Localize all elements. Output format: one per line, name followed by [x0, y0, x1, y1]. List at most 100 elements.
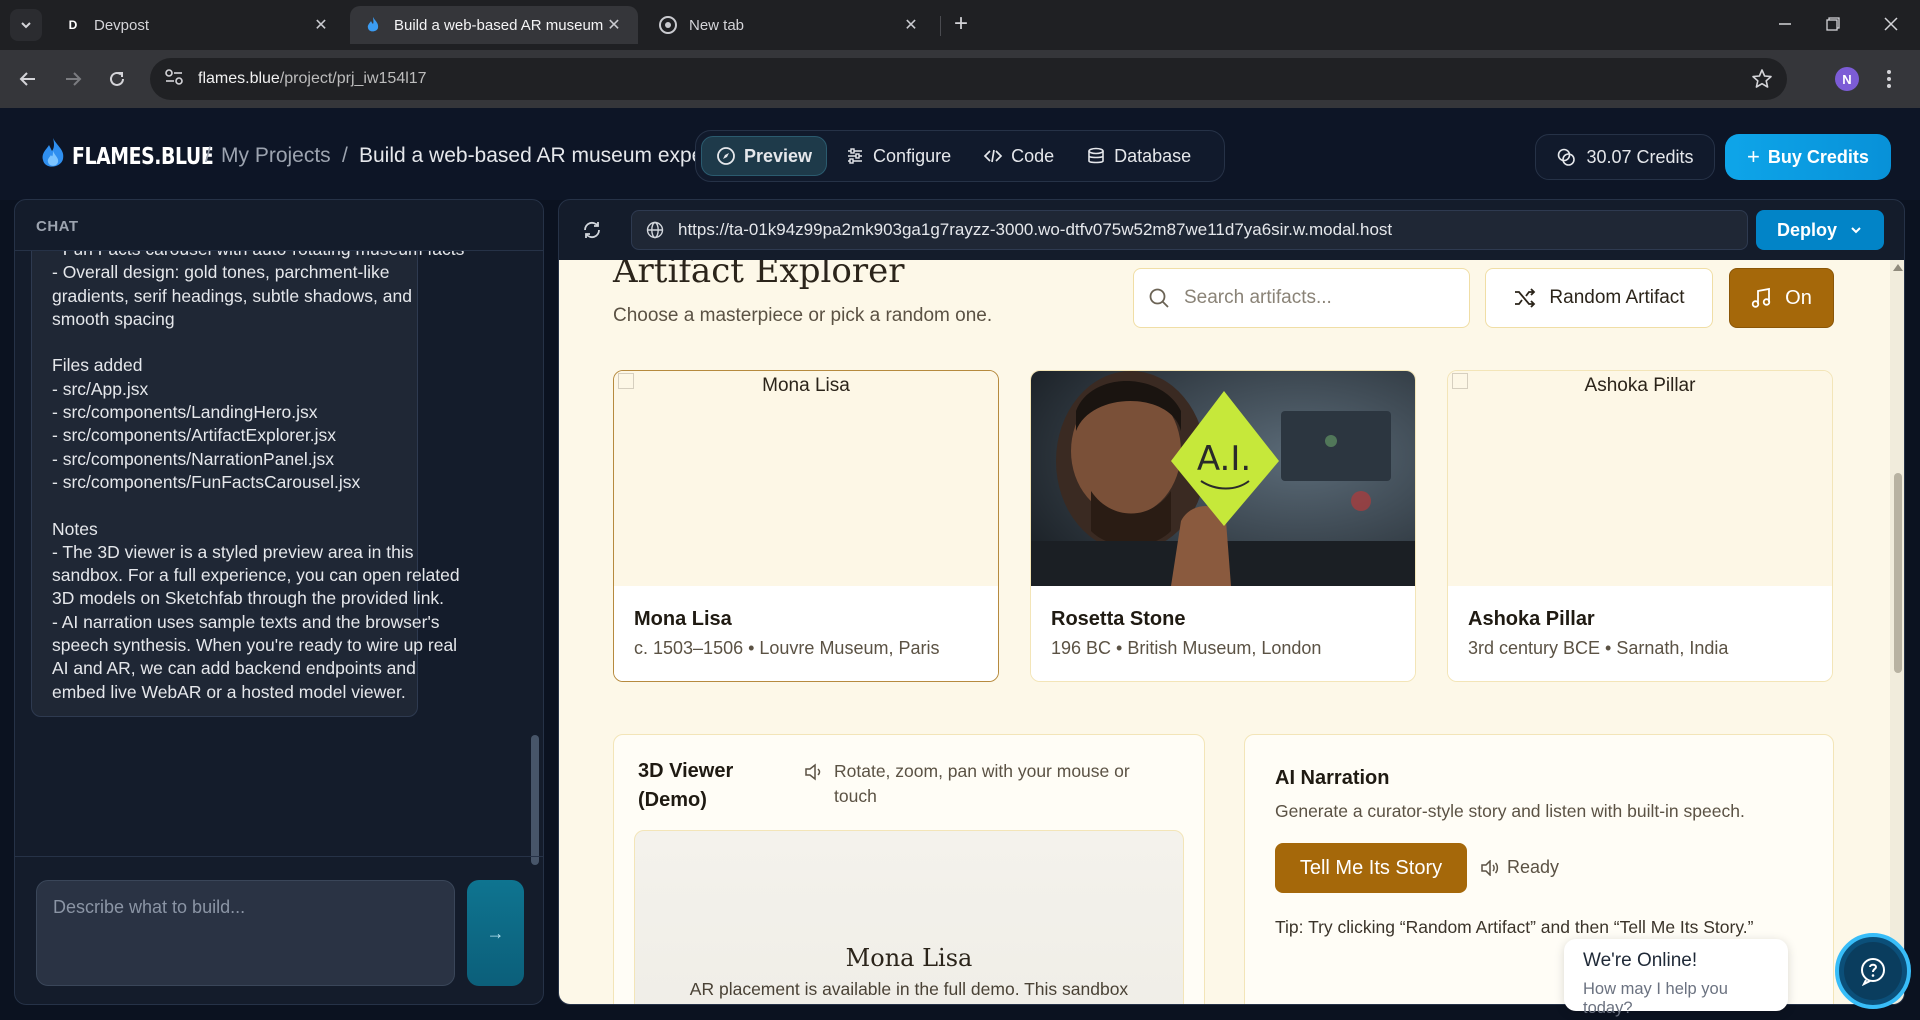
close-window-button[interactable]	[1868, 10, 1914, 38]
database-icon	[1088, 147, 1104, 164]
close-tab-icon[interactable]: ✕	[311, 15, 331, 35]
support-chat-bubble[interactable]: We're Online! How may I help you today?	[1564, 939, 1788, 1017]
sliders-icon	[848, 148, 863, 164]
app-logo[interactable]: FLAMES.BLUE	[40, 137, 244, 176]
support-title: We're Online!	[1583, 950, 1698, 971]
tab-search-button[interactable]	[10, 9, 42, 41]
profile-avatar[interactable]: N	[1835, 67, 1859, 91]
stage-artifact-name: Mona Lisa	[845, 944, 973, 972]
tab-title: Devpost	[94, 16, 150, 34]
artifact-name: Ashoka Pillar	[1468, 608, 1595, 630]
tab-database[interactable]: Database	[1072, 136, 1205, 176]
tab-code[interactable]: Code	[969, 136, 1068, 176]
chat-line: - src/components/LandingHero.jsx	[52, 402, 318, 423]
compass-icon	[717, 147, 735, 165]
tab-preview[interactable]: Preview	[701, 136, 828, 176]
buy-credits-button[interactable]: + Buy Credits	[1725, 134, 1891, 180]
artifact-image: Ashoka Pillar	[1448, 371, 1832, 586]
send-button[interactable]: →	[467, 880, 524, 986]
chat-line: - src/components/NarrationPanel.jsx	[52, 448, 335, 469]
preview-panel: https://ta-01k94z99pa2mk903ga1g7rayzz-30…	[558, 199, 1905, 1005]
app-header: FLAMES.BLUE / My Projects / Build a web-…	[0, 108, 1920, 200]
close-tab-icon[interactable]: ✕	[604, 15, 624, 35]
random-artifact-button[interactable]: Random Artifact	[1485, 268, 1713, 328]
support-chat-button[interactable]	[1835, 933, 1911, 1009]
tab-configure[interactable]: Configure	[831, 136, 965, 176]
chat-line: AI and AR, we can add backend endpoints …	[52, 658, 416, 679]
tab-new-tab[interactable]: New tab ✕	[645, 6, 935, 44]
new-tab-button[interactable]: +	[948, 11, 974, 37]
artifact-name: Mona Lisa	[634, 608, 732, 630]
chat-line: - Fun Facts carousel with auto-rotating …	[52, 251, 512, 259]
minimize-button[interactable]	[1762, 10, 1808, 38]
plus-icon: +	[1747, 144, 1760, 169]
prompt-input[interactable]: Describe what to build...	[36, 880, 455, 986]
section-subheading: Choose a masterpiece or pick a random on…	[613, 305, 993, 326]
speaker-icon	[805, 763, 821, 781]
chat-help-icon	[1861, 958, 1885, 986]
composer-divider	[15, 856, 543, 857]
artifact-image: Mona Lisa	[614, 371, 998, 586]
chat-line: embed live WebAR or a hosted model viewe…	[52, 681, 406, 702]
preview-url-field[interactable]: https://ta-01k94z99pa2mk903ga1g7rayzz-30…	[631, 210, 1748, 250]
artifact-meta: 196 BC • British Museum, London	[1051, 638, 1322, 658]
back-button[interactable]	[12, 63, 44, 95]
scrollbar-thumb[interactable]	[1894, 473, 1902, 673]
chat-panel: CHAT - Fun Facts carousel with auto-rota…	[14, 199, 544, 1005]
tell-me-its-story-button[interactable]: Tell Me Its Story	[1275, 843, 1467, 893]
chat-line: smooth spacing	[52, 308, 175, 329]
forward-button[interactable]	[57, 63, 89, 95]
artifact-name: Rosetta Stone	[1051, 608, 1186, 630]
search-artifacts-input[interactable]: Search artifacts...	[1133, 268, 1470, 328]
restore-button[interactable]	[1810, 10, 1856, 38]
narration-title: AI Narration	[1275, 767, 1390, 789]
chat-label: CHAT	[36, 218, 79, 235]
viewer-title: 3D Viewer (Demo)	[638, 760, 734, 811]
bookmark-star-icon[interactable]	[1751, 68, 1773, 90]
artifact-card-rosetta-stone[interactable]: A.I. Rosetta Stone 196 BC • British Muse…	[1030, 370, 1416, 682]
artifact-card-mona-lisa[interactable]: Mona Lisa Mona Lisa c. 1503–1506 • Louvr…	[613, 370, 999, 682]
chat-scrollbar[interactable]	[531, 735, 539, 865]
deploy-button[interactable]: Deploy	[1756, 210, 1884, 250]
chat-line: speech synthesis. When you're ready to w…	[52, 635, 458, 656]
tab-build-ar-museum[interactable]: Build a web-based AR museum ✕	[350, 6, 638, 44]
scroll-up-icon[interactable]	[1893, 264, 1903, 271]
chevron-down-icon	[1851, 227, 1861, 234]
chat-line: Notes	[52, 518, 98, 539]
support-subtitle: How may I help you today?	[1583, 980, 1728, 1017]
browser-menu-icon[interactable]	[1884, 67, 1894, 91]
flame-logo-icon	[40, 137, 66, 176]
narration-tip: Tip: Try clicking “Random Artifact” and …	[1275, 917, 1754, 937]
breadcrumb-separator: /	[342, 144, 348, 167]
chat-line	[52, 328, 512, 351]
artifact-card-ashoka-pillar[interactable]: Ashoka Pillar Ashoka Pillar 3rd century …	[1447, 370, 1833, 682]
site-settings-icon[interactable]	[164, 68, 184, 91]
svg-text:A.I.: A.I.	[1197, 439, 1251, 479]
tab-devpost[interactable]: D Devpost ✕	[50, 6, 345, 44]
reload-button[interactable]	[101, 63, 133, 95]
credits-balance[interactable]: 30.07 Credits	[1535, 134, 1715, 180]
3d-stage[interactable]: Mona Lisa AR placement is available in t…	[634, 830, 1184, 1004]
chat-line: Files added	[52, 355, 143, 376]
breadcrumb-my-projects[interactable]: My Projects	[221, 144, 331, 168]
speaker-icon	[1481, 859, 1499, 876]
coins-icon	[1558, 148, 1576, 166]
artifact-image: A.I.	[1031, 371, 1415, 586]
music-toggle-button[interactable]: On	[1729, 268, 1834, 328]
address-bar[interactable]: flames.blue/project/prj_iw154l17	[150, 58, 1787, 100]
address-url: flames.blue/project/prj_iw154l17	[198, 70, 427, 87]
refresh-preview-icon[interactable]	[581, 219, 603, 246]
chat-line: - AI narration uses sample texts and the…	[52, 611, 440, 632]
artifact-meta: c. 1503–1506 • Louvre Museum, Paris	[634, 638, 940, 658]
shuffle-icon	[1515, 288, 1536, 308]
flame-icon	[364, 16, 382, 34]
narration-description: Generate a curator-style story and liste…	[1275, 801, 1745, 821]
breadcrumb-separator: /	[205, 144, 211, 167]
chat-line	[52, 491, 512, 514]
chat-messages[interactable]: - Fun Facts carousel with auto-rotating …	[15, 251, 543, 869]
preview-scrollbar[interactable]	[1890, 260, 1904, 1004]
close-tab-icon[interactable]: ✕	[901, 15, 921, 35]
browser-toolbar: flames.blue/project/prj_iw154l17 N	[0, 50, 1920, 108]
breadcrumb-current-project: Build a web-based AR museum experience	[359, 144, 699, 167]
code-icon	[983, 149, 1003, 163]
